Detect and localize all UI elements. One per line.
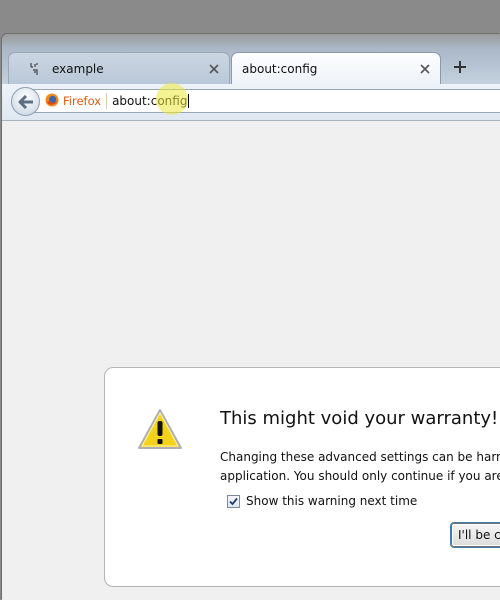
new-tab-button[interactable] [449, 56, 471, 78]
identity-label: Firefox [63, 94, 102, 108]
identity-box[interactable]: Firefox [45, 92, 108, 111]
text-caret [188, 94, 190, 109]
show-warning-checkbox[interactable] [227, 494, 240, 508]
page-content: This might void your warranty! Changing … [2, 121, 500, 600]
browser-window: example about:config Firefox about:confi… [2, 34, 500, 600]
tab-label: about:config [242, 61, 318, 76]
dialog-message: Changing these advanced settings can be … [220, 448, 500, 486]
dialog-message-line: Changing these advanced settings can be … [220, 450, 500, 464]
back-button[interactable] [11, 87, 40, 116]
url-input[interactable]: about:config [112, 93, 190, 109]
ill-be-careful-button[interactable]: I'll be careful, I promise! [451, 523, 500, 547]
dialog-message-line: application. You should only continue if… [220, 469, 500, 483]
close-icon[interactable] [418, 62, 432, 76]
navigation-toolbar: Firefox about:config [2, 84, 500, 121]
dialog-title: This might void your warranty! [220, 408, 499, 429]
puzzle-icon [27, 61, 43, 77]
plus-icon [454, 61, 466, 73]
checkmark-icon [229, 497, 238, 505]
tab-strip: example about:config [2, 34, 500, 86]
warning-dialog: This might void your warranty! Changing … [104, 367, 500, 587]
url-text: about:config [112, 93, 188, 108]
checkbox-label: Show this warning next time [246, 494, 418, 508]
firefox-logo-icon [45, 92, 59, 111]
url-bar[interactable]: Firefox about:config [32, 89, 500, 113]
warning-icon [137, 408, 183, 450]
back-arrow-icon [18, 94, 33, 109]
show-warning-checkbox-row[interactable]: Show this warning next time [227, 494, 417, 508]
tab-example[interactable]: example [8, 52, 230, 84]
tab-label: example [52, 61, 104, 76]
tab-about-config[interactable]: about:config [231, 52, 441, 84]
close-icon[interactable] [207, 62, 221, 76]
